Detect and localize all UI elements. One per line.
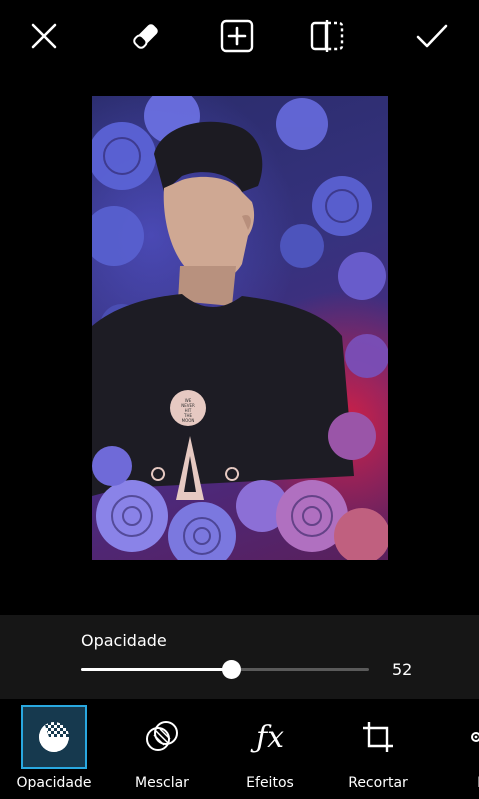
reshape-icon	[471, 732, 479, 742]
apply-checkmark-icon	[416, 24, 448, 48]
badge-text-5: MOON	[182, 418, 195, 423]
tool-blend[interactable]: Mesclar	[108, 699, 216, 799]
eraser-button[interactable]	[126, 16, 166, 56]
tool-reshape-icon-box	[453, 705, 479, 769]
tool-effects-label: Efeitos	[246, 775, 294, 791]
close-button[interactable]	[24, 16, 64, 56]
tool-blend-label: Mesclar	[135, 775, 189, 791]
tool-reshape-label: Re	[432, 775, 479, 791]
tool-crop-icon-box	[345, 705, 411, 769]
crop-icon	[363, 722, 393, 752]
blend-icon	[146, 721, 178, 751]
slider-thumb[interactable]	[222, 660, 241, 679]
compare-icon	[310, 20, 344, 52]
compare-button[interactable]	[307, 16, 347, 56]
tool-reshape[interactable]: Re	[432, 699, 479, 799]
tool-crop[interactable]: Recortar	[324, 699, 432, 799]
opacity-value: 52	[392, 660, 413, 679]
add-layer-icon	[220, 19, 254, 53]
tool-opacity-icon-box	[21, 705, 87, 769]
tool-effects[interactable]: ƒx Efeitos	[216, 699, 324, 799]
photo-layer[interactable]: WE NEVER HIT THE MOON	[92, 96, 388, 560]
top-toolbar	[0, 0, 479, 72]
opacity-label: Opacidade	[81, 631, 167, 650]
tool-bar: Opacidade Mesclar ƒx Efeitos Recortar	[0, 699, 479, 799]
editor-canvas[interactable]: WE NEVER HIT THE MOON	[0, 72, 479, 615]
add-layer-button[interactable]	[217, 16, 257, 56]
photo-artwork: WE NEVER HIT THE MOON	[92, 96, 388, 560]
fx-icon: ƒx	[255, 719, 285, 755]
opacity-icon	[39, 722, 69, 752]
apply-button[interactable]	[412, 16, 452, 56]
tool-crop-label: Recortar	[348, 775, 408, 791]
opacity-slider[interactable]	[81, 660, 369, 680]
tool-opacity-label: Opacidade	[16, 775, 92, 791]
close-icon	[31, 23, 57, 49]
slider-fill	[81, 668, 231, 671]
tool-opacity[interactable]: Opacidade	[0, 699, 108, 799]
tool-effects-icon-box: ƒx	[237, 705, 303, 769]
eraser-icon	[133, 24, 158, 49]
tool-blend-icon-box	[129, 705, 195, 769]
opacity-panel: Opacidade	[0, 615, 479, 699]
